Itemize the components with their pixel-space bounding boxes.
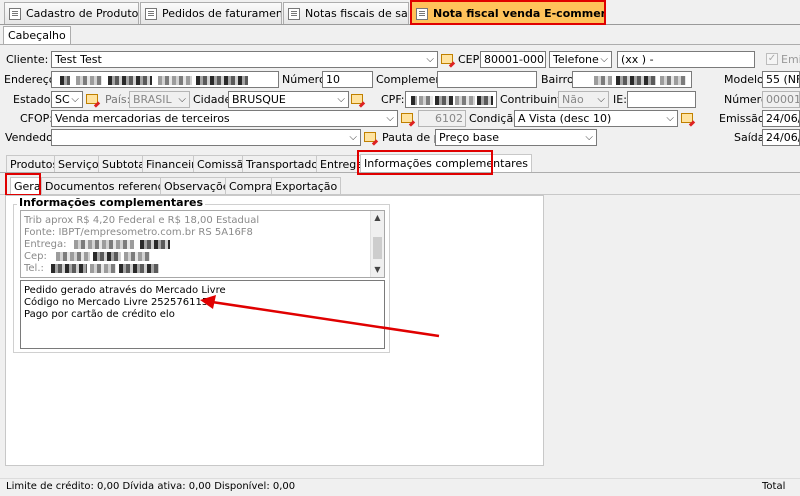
- total-status-text: Total da: [762, 481, 786, 492]
- credit-status-text: Limite de crédito: 0,00 Dívida ativa: 0,…: [6, 481, 296, 492]
- status-bar: Limite de crédito: 0,00 Dívida ativa: 0,…: [0, 478, 800, 496]
- annotation-arrow: [200, 295, 440, 338]
